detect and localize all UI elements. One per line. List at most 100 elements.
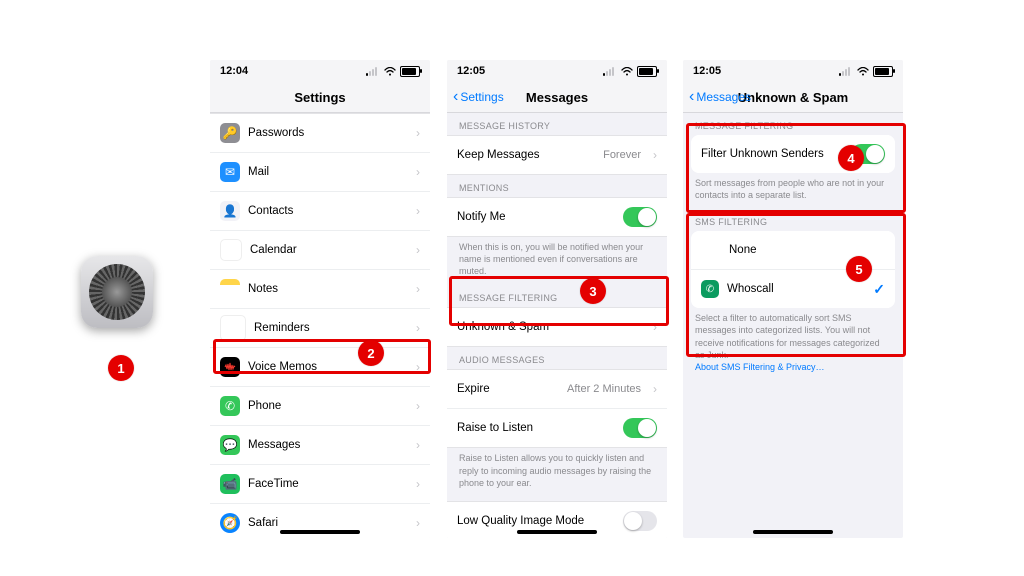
back-label: Settings [460,90,503,104]
safari-icon: 🧭 [220,513,240,533]
step-badge-5: 5 [846,256,872,282]
home-indicator [517,530,597,534]
chevron-left-icon: ‹ [689,89,694,105]
low-quality-toggle[interactable] [623,511,657,531]
row-contacts[interactable]: 👤Contacts› [210,192,430,231]
row-keep-messages[interactable]: Keep Messages Forever › [447,136,667,174]
wifi-icon [384,67,396,76]
check-icon: ✓ [873,281,885,298]
row-value: Forever [603,149,641,161]
reminders-icon [220,315,246,341]
row-label: FaceTime [248,478,299,490]
back-button[interactable]: ‹Messages [689,82,751,112]
row-passwords[interactable]: 🔑Passwords› [210,114,430,153]
row-label: Raise to Listen [457,422,533,434]
settings-list[interactable]: 🔑Passwords› ✉︎Mail› 👤Contacts› Calendar ›… [210,113,430,538]
row-facetime[interactable]: 📹 FaceTime › [210,465,430,504]
notify-me-toggle[interactable] [623,207,657,227]
row-calendar[interactable]: Calendar › [210,231,430,270]
row-label: Low Quality Image Mode [457,515,584,527]
back-button[interactable]: ‹Settings [453,82,504,112]
battery-icon [637,66,657,77]
settings-app-icon[interactable] [81,256,153,328]
chevron-right-icon: › [416,438,420,452]
row-label: Keep Messages [457,149,539,161]
status-bar: 12:05 [447,60,667,82]
voicememos-icon [220,357,240,377]
chevron-right-icon: › [416,165,420,179]
chevron-right-icon: › [653,382,657,396]
back-label: Messages [696,90,751,104]
chevron-right-icon: › [416,282,420,296]
chevron-right-icon: › [416,126,420,140]
signal-icon [603,67,617,76]
row-messages[interactable]: 💬Messages› [210,426,430,465]
nav-bar: ‹Messages Unknown & Spam [683,82,903,113]
row-notes[interactable]: Notes › [210,270,430,309]
row-label: Whoscall [727,283,774,295]
section-footer-mentions: When this is on, you will be notified wh… [447,237,667,285]
section-header-mentions: MENTIONS [447,175,667,197]
nav-title: Settings [294,90,345,105]
chevron-right-icon: › [416,243,420,257]
chevron-right-icon: › [653,148,657,162]
row-label: Safari [248,517,278,529]
row-phone[interactable]: ✆Phone› [210,387,430,426]
home-indicator [753,530,833,534]
status-bar: 12:05 [683,60,903,82]
step-badge-1: 1 [108,355,134,381]
status-time: 12:05 [693,65,721,77]
section-header-audio: AUDIO MESSAGES [447,347,667,369]
status-bar: 12:04 [210,60,430,82]
nav-title: Messages [526,90,588,105]
section-footer-msgfilter: Sort messages from people who are not in… [683,173,903,209]
footer-text: Select a filter to automatically sort SM… [695,313,880,359]
row-label: None [729,244,757,256]
signal-icon [366,67,380,76]
row-expire[interactable]: Expire After 2 Minutes › [447,370,667,409]
signal-icon [839,67,853,76]
row-notify-me[interactable]: Notify Me [447,198,667,236]
nav-bar: ‹Settings Messages [447,82,667,113]
about-sms-filtering-link[interactable]: About SMS Filtering & Privacy… [695,362,825,372]
battery-icon [400,66,420,77]
facetime-icon: 📹 [220,474,240,494]
row-raise-to-listen[interactable]: Raise to Listen [447,409,667,447]
status-time: 12:05 [457,65,485,77]
chevron-right-icon: › [416,360,420,374]
whoscall-icon: ✆ [701,280,719,298]
row-label: Reminders [254,322,310,334]
battery-icon [873,66,893,77]
raise-to-listen-toggle[interactable] [623,418,657,438]
row-label: Expire [457,383,490,395]
row-label: Contacts [248,205,293,217]
chevron-left-icon: ‹ [453,89,458,105]
step-badge-4: 4 [838,145,864,171]
chevron-right-icon: › [416,477,420,491]
row-label: Notify Me [457,211,506,223]
nav-title: Unknown & Spam [738,90,849,105]
step-badge-3: 3 [580,278,606,304]
row-mail[interactable]: ✉︎Mail› [210,153,430,192]
row-voicememos[interactable]: Voice Memos› [210,348,430,387]
section-footer-smsfilter: Select a filter to automatically sort SM… [683,308,903,381]
step-badge-2: 2 [358,340,384,366]
home-indicator [280,530,360,534]
notes-icon [220,279,240,299]
calendar-icon [220,239,242,261]
row-label: Phone [248,400,281,412]
phone-screen-unknown-spam: 12:05 ‹Messages Unknown & Spam MESSAGE F… [683,60,903,538]
row-filter-unknown-senders[interactable]: Filter Unknown Senders [691,135,895,173]
section-header-smsfilter: SMS FILTERING [683,209,903,231]
section-header-msgfilter: MESSAGE FILTERING [683,113,903,135]
row-unknown-spam[interactable]: Unknown & Spam › [447,308,667,346]
row-label: Calendar [250,244,297,256]
mail-icon: ✉︎ [220,162,240,182]
gear-icon [89,264,145,320]
row-reminders[interactable]: Reminders› [210,309,430,348]
wifi-icon [621,67,633,76]
status-time: 12:04 [220,65,248,77]
phone-screen-messages: 12:05 ‹Settings Messages MESSAGE HISTORY… [447,60,667,538]
row-label: Notes [248,283,278,295]
chevron-right-icon: › [416,399,420,413]
